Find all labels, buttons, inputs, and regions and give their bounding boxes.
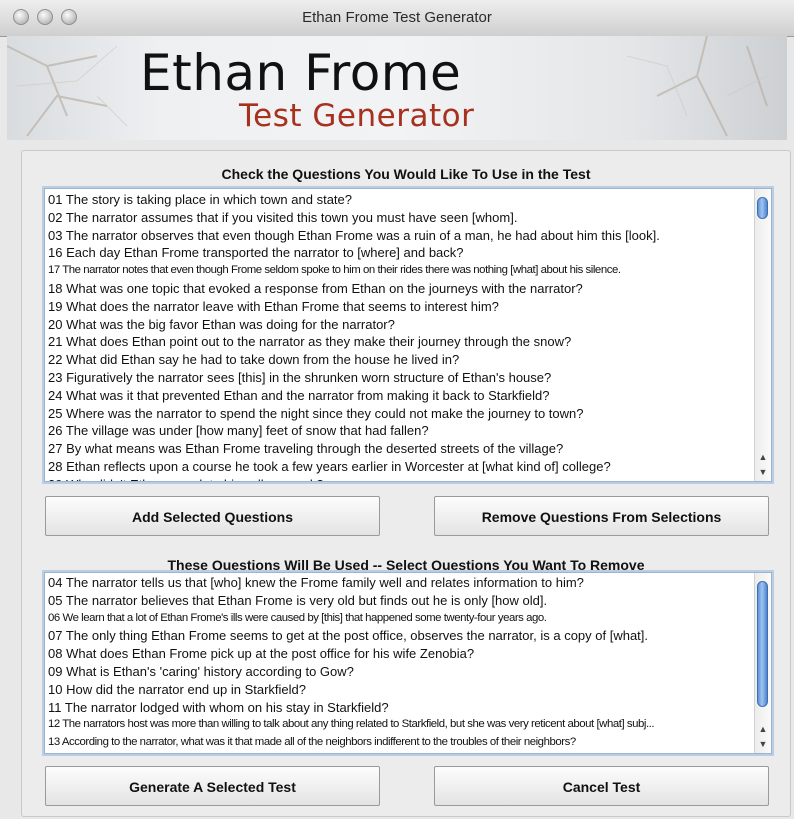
question-list-item[interactable]: 24 What was it that prevented Ethan and … bbox=[45, 387, 771, 405]
title-bar: Ethan Frome Test Generator bbox=[0, 0, 794, 37]
question-list-item[interactable]: 20 What was the big favor Ethan was doin… bbox=[45, 316, 771, 334]
banner-image: Ethan Frome Test Generator bbox=[7, 36, 787, 140]
question-list-item[interactable]: 26 The village was under [how many] feet… bbox=[45, 422, 771, 440]
selected-questions-heading: These Questions Will Be Used -- Select Q… bbox=[167, 557, 645, 573]
question-list-item[interactable]: 21 What does Ethan point out to the narr… bbox=[45, 333, 771, 351]
banner-subtitle: Test Generator bbox=[239, 98, 475, 134]
available-questions-list[interactable]: 01 The story is taking place in which to… bbox=[44, 188, 772, 482]
question-list-item[interactable]: 07 The only thing Ethan Frome seems to g… bbox=[45, 627, 771, 645]
selected-list-scroll-thumb[interactable] bbox=[757, 581, 768, 707]
question-list-item[interactable]: 28 Ethan reflects upon a course he took … bbox=[45, 458, 771, 476]
cancel-test-button[interactable]: Cancel Test bbox=[434, 766, 769, 806]
scroll-down-arrow-icon[interactable]: ▼ bbox=[755, 737, 771, 752]
scroll-down-arrow-icon[interactable]: ▼ bbox=[755, 465, 771, 480]
question-list-item[interactable]: 08 What does Ethan Frome pick up at the … bbox=[45, 645, 771, 663]
add-selected-questions-button[interactable]: Add Selected Questions bbox=[45, 496, 380, 536]
question-list-item[interactable]: 13 According to the narrator, what was i… bbox=[45, 734, 771, 752]
question-list-item[interactable]: 12 The narrators host was more than will… bbox=[45, 716, 771, 734]
generate-test-button[interactable]: Generate A Selected Test bbox=[45, 766, 380, 806]
question-list-item[interactable]: 14 Why does Harmon Gow think that Ethan … bbox=[45, 752, 771, 753]
available-questions-heading: Check the Questions You Would Like To Us… bbox=[221, 166, 591, 182]
window-title: Ethan Frome Test Generator bbox=[302, 9, 492, 26]
question-list-item[interactable]: 03 The narrator observes that even thoug… bbox=[45, 227, 771, 245]
question-list-item[interactable]: 05 The narrator believes that Ethan From… bbox=[45, 592, 771, 610]
question-list-item[interactable]: 17 The narrator notes that even though F… bbox=[45, 262, 771, 280]
banner-title: Ethan Frome bbox=[140, 44, 462, 102]
scroll-up-arrow-icon[interactable]: ▲ bbox=[755, 722, 771, 737]
question-list-item[interactable]: 23 Figuratively the narrator sees [this]… bbox=[45, 369, 771, 387]
question-list-item[interactable]: 06 We learn that a lot of Ethan Frome's … bbox=[45, 610, 771, 628]
scroll-up-arrow-icon[interactable]: ▲ bbox=[755, 450, 771, 465]
question-list-item[interactable]: 11 The narrator lodged with whom on his … bbox=[45, 699, 771, 717]
question-list-item[interactable]: 22 What did Ethan say he had to take dow… bbox=[45, 351, 771, 369]
available-list-scroll-thumb[interactable] bbox=[757, 197, 768, 219]
question-list-item[interactable]: 10 How did the narrator end up in Starkf… bbox=[45, 681, 771, 699]
selected-questions-list[interactable]: 04 The narrator tells us that [who] knew… bbox=[44, 572, 772, 754]
question-list-item[interactable]: 19 What does the narrator leave with Eth… bbox=[45, 298, 771, 316]
selected-list-scrollbar[interactable]: ▲ ▼ bbox=[754, 573, 771, 753]
question-list-item[interactable]: 16 Each day Ethan Frome transported the … bbox=[45, 244, 771, 262]
question-list-item[interactable]: 29 Why didn't Ethan complete his college… bbox=[45, 476, 771, 481]
question-list-item[interactable]: 25 Where was the narrator to spend the n… bbox=[45, 405, 771, 423]
question-list-item[interactable]: 18 What was one topic that evoked a resp… bbox=[45, 280, 771, 298]
question-list-item[interactable]: 02 The narrator assumes that if you visi… bbox=[45, 209, 771, 227]
question-list-item[interactable]: 09 What is Ethan's 'caring' history acco… bbox=[45, 663, 771, 681]
question-list-item[interactable]: 01 The story is taking place in which to… bbox=[45, 191, 771, 209]
question-list-item[interactable]: 27 By what means was Ethan Frome traveli… bbox=[45, 440, 771, 458]
available-list-scrollbar[interactable]: ▲ ▼ bbox=[754, 189, 771, 481]
question-list-item[interactable]: 04 The narrator tells us that [who] knew… bbox=[45, 574, 771, 592]
remove-questions-button[interactable]: Remove Questions From Selections bbox=[434, 496, 769, 536]
